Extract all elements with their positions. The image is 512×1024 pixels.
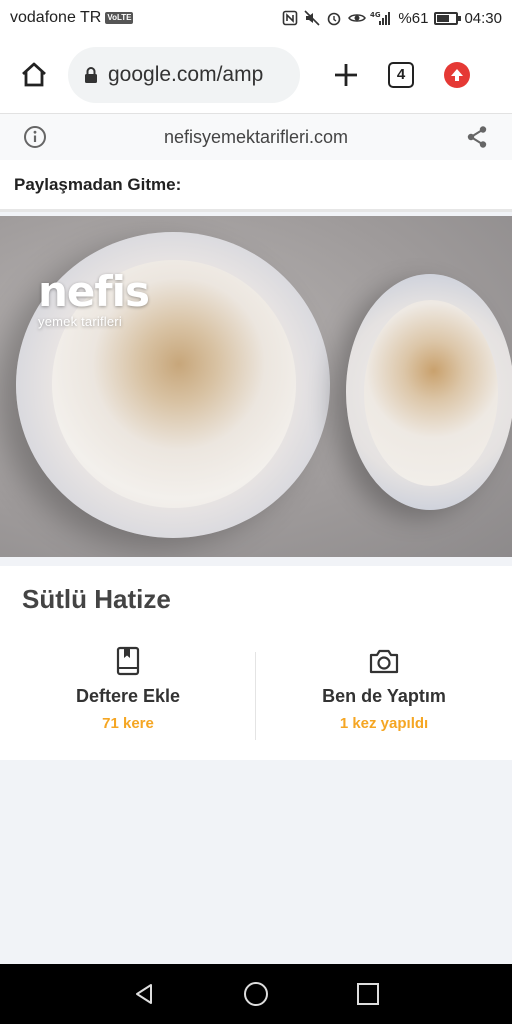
info-icon — [24, 126, 46, 148]
actions-divider — [255, 652, 256, 740]
system-nav-bar — [0, 964, 512, 1024]
status-left: vodafone TR VoLTE — [10, 9, 134, 27]
battery-percent: %61 — [398, 9, 429, 27]
watermark-sub: yemek tarifleri — [38, 314, 122, 329]
recents-square-icon — [357, 983, 379, 1005]
recipe-title: Sütlü Hatize — [22, 584, 171, 614]
recents-button[interactable] — [348, 974, 388, 1014]
carrier-name: vodafone TR — [10, 9, 102, 26]
amp-header: nefisyemektarifleri.com — [0, 114, 512, 160]
new-tab-button[interactable] — [326, 55, 366, 95]
info-button[interactable] — [22, 124, 48, 150]
alarm-icon — [326, 10, 342, 26]
tab-switcher-button[interactable]: 4 — [388, 61, 414, 88]
mute-icon — [304, 10, 320, 26]
signal-icon: 4G — [370, 10, 392, 26]
back-button[interactable] — [124, 974, 164, 1014]
address-bar[interactable]: google.com/amp — [68, 46, 300, 103]
plus-icon — [335, 63, 357, 86]
battery-icon — [434, 11, 462, 25]
arrow-up-icon — [451, 68, 463, 81]
update-button[interactable] — [444, 61, 470, 88]
volte-badge: VoLTE — [105, 12, 134, 24]
svg-text:4G: 4G — [370, 11, 381, 19]
url-text: google.com/amp — [108, 62, 264, 86]
back-triangle-icon — [136, 984, 152, 1004]
amp-domain: nefisyemektarifleri.com — [163, 126, 349, 147]
share-prompt-strip: Paylaşmadan Gitme: — [0, 160, 512, 212]
home-nav-button[interactable] — [236, 974, 276, 1014]
home-button[interactable] — [14, 55, 54, 95]
i-made-it-count: 1 kez yapıldı — [339, 715, 429, 732]
share-prompt-text: Paylaşmadan Gitme: — [14, 174, 182, 194]
lock-icon — [85, 66, 97, 83]
i-made-it-button[interactable]: Ben de Yaptım 1 kez yapıldı — [256, 646, 512, 746]
small-bowl-pudding — [364, 300, 498, 486]
home-icon — [22, 62, 46, 86]
share-button[interactable] — [464, 124, 490, 150]
share-icon — [467, 126, 487, 148]
recipe-photo[interactable]: nefis yemek tarifleri — [0, 216, 512, 557]
camera-icon — [369, 649, 399, 674]
eye-icon — [348, 10, 367, 26]
clock: 04:30 — [464, 9, 502, 27]
browser-toolbar: google.com/amp 4 — [0, 36, 512, 114]
notebook-icon — [116, 646, 140, 676]
add-to-notebook-label: Deftere Ekle — [75, 686, 181, 706]
i-made-it-label: Ben de Yaptım — [322, 686, 446, 706]
status-right: 4G %61 04:30 — [282, 10, 502, 27]
nefis-watermark: nefis yemek tarifleri — [38, 267, 150, 330]
recipe-actions: Deftere Ekle 71 kere Ben de Yaptım 1 kez… — [0, 646, 512, 746]
small-bowl — [346, 274, 512, 510]
status-bar: vodafone TR VoLTE 4G %61 04:30 — [0, 0, 512, 36]
watermark-main: nefis — [38, 267, 150, 316]
recipe-card: Sütlü Hatize Deftere Ekle 71 kere Ben de… — [0, 566, 512, 760]
add-to-notebook-count: 71 kere — [102, 715, 154, 732]
home-circle-icon — [244, 982, 268, 1006]
nfc-icon — [282, 10, 298, 26]
add-to-notebook-button[interactable]: Deftere Ekle 71 kere — [0, 646, 256, 746]
